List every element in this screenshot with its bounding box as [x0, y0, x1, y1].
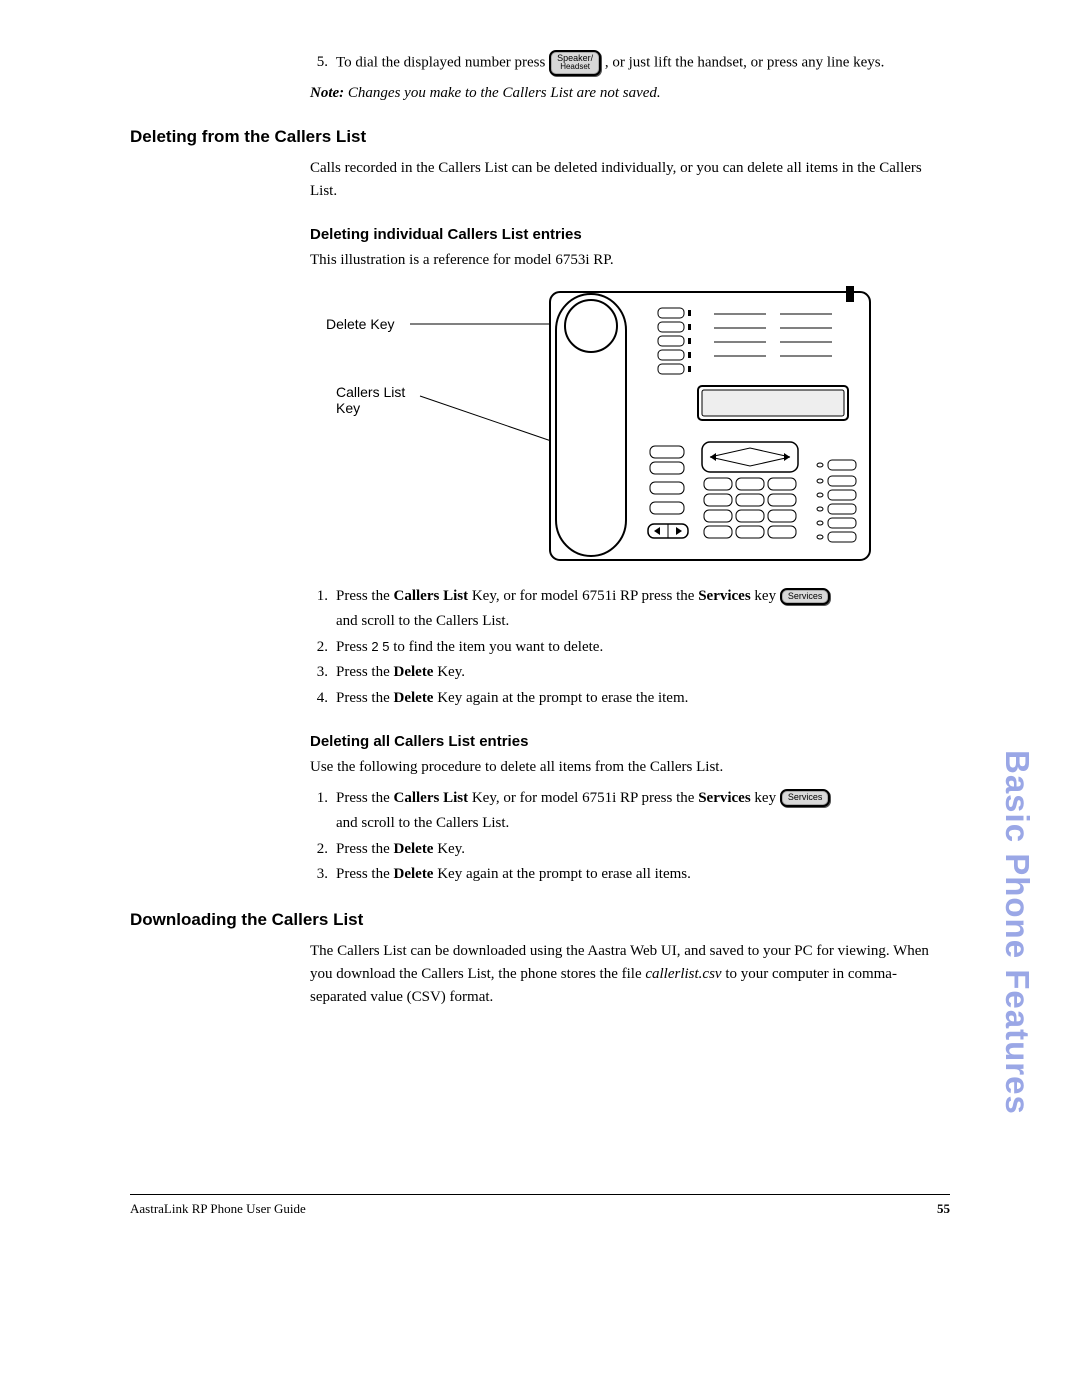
bold: Services	[698, 588, 750, 604]
arrow-keys-text: 2 5	[371, 639, 389, 654]
footer: AastraLink RP Phone User Guide 55	[130, 1194, 950, 1217]
step-number: 3.	[310, 660, 328, 686]
bold: Services	[698, 790, 750, 806]
step-body: Press the Delete Key again at the prompt…	[336, 686, 950, 712]
all-step-2: 2. Press the Delete Key.	[310, 837, 950, 863]
label-line1: Callers List	[336, 384, 405, 400]
indiv-step-3: 3. Press the Delete Key.	[310, 660, 950, 686]
step-5: 5. To dial the displayed number press Sp…	[310, 50, 950, 76]
indiv-step-1: 1. Press the Callers List Key, or for mo…	[310, 584, 950, 635]
text: Press the	[336, 866, 394, 882]
text: Key.	[433, 841, 465, 857]
bold: Delete	[394, 866, 434, 882]
label-delete-key: Delete Key	[326, 316, 394, 332]
indiv-step-4: 4. Press the Delete Key again at the pro…	[310, 686, 950, 712]
text: Press the	[336, 790, 394, 806]
label-line2: Key	[336, 400, 360, 416]
step-number: 5.	[310, 50, 328, 76]
step-body: To dial the displayed number press Speak…	[336, 50, 950, 76]
text: To dial the displayed number press	[336, 54, 549, 70]
btn-text: Services	[788, 793, 823, 802]
step-body: Press the Delete Key.	[336, 660, 950, 686]
services-button-icon: Services	[780, 588, 831, 605]
bold: Delete	[394, 664, 434, 680]
section-side-title: Basic Phone Features	[998, 750, 1036, 1115]
download-paragraph: The Callers List can be downloaded using…	[310, 940, 950, 1010]
text: , or just lift the handset, or press any…	[605, 54, 885, 70]
step-number: 2.	[310, 837, 328, 863]
filename: callerlist.csv	[645, 966, 721, 982]
bold: Callers List	[394, 588, 469, 604]
all-step-1: 1. Press the Callers List Key, or for mo…	[310, 786, 950, 837]
text: Calls recorded in the Callers List can b…	[310, 157, 950, 204]
bold: Delete	[394, 690, 434, 706]
page-number: 55	[937, 1201, 950, 1217]
text: Press	[336, 639, 371, 655]
all-step-3: 3. Press the Delete Key again at the pro…	[310, 862, 950, 888]
download-body: The Callers List can be downloaded using…	[310, 940, 950, 1010]
text: to find the item you want to delete.	[390, 639, 604, 655]
step-body: Press the Callers List Key, or for model…	[336, 786, 950, 837]
text: Key again at the prompt to erase all ite…	[433, 866, 690, 882]
text: Key, or for model 6751i RP press the	[468, 790, 698, 806]
step-body: Press 2 5 to find the item you want to d…	[336, 635, 950, 661]
page: 5. To dial the displayed number press Sp…	[0, 0, 1080, 1397]
heading-all: Deleting all Callers List entries	[310, 733, 950, 750]
heading-indiv: Deleting individual Callers List entries	[310, 226, 950, 243]
text: Press the	[336, 841, 394, 857]
deleting-body: Calls recorded in the Callers List can b…	[310, 157, 950, 888]
text: Key again at the prompt to erase the ite…	[433, 690, 688, 706]
phone-svg	[410, 286, 880, 574]
bold: Delete	[394, 841, 434, 857]
step-body: Press the Delete Key.	[336, 837, 950, 863]
text: Use the following procedure to delete al…	[310, 756, 950, 779]
step-number: 1.	[310, 584, 328, 635]
text: Press the	[336, 588, 394, 604]
step-5-block: 5. To dial the displayed number press Sp…	[310, 50, 950, 105]
heading-download: Downloading the Callers List	[130, 910, 950, 930]
step-number: 3.	[310, 862, 328, 888]
phone-illustration: Delete Key Callers List Key	[310, 286, 950, 574]
step-number: 1.	[310, 786, 328, 837]
services-button-icon: Services	[780, 789, 831, 806]
footer-doc-title: AastraLink RP Phone User Guide	[130, 1201, 306, 1217]
text: Press the	[336, 690, 394, 706]
text: Key.	[433, 664, 465, 680]
text: Key, or for model 6751i RP press the	[468, 588, 698, 604]
text: This illustration is a reference for mod…	[310, 249, 950, 272]
note-text: Changes you make to the Callers List are…	[348, 85, 661, 101]
text: key	[751, 588, 776, 604]
step-body: Press the Delete Key again at the prompt…	[336, 862, 950, 888]
label-callers-list: Callers List Key	[336, 384, 405, 416]
btn-text: Services	[788, 592, 823, 601]
text: and scroll to the Callers List.	[336, 613, 509, 629]
indiv-step-2: 2. Press 2 5 to find the item you want t…	[310, 635, 950, 661]
note: Note: Changes you make to the Callers Li…	[310, 82, 950, 105]
text: key	[751, 790, 776, 806]
note-label: Note:	[310, 85, 344, 101]
btn-line2: Headset	[557, 63, 593, 71]
step-number: 4.	[310, 686, 328, 712]
speaker-headset-button-icon: Speaker/ Headset	[549, 50, 601, 76]
step-number: 2.	[310, 635, 328, 661]
bold: Callers List	[394, 790, 469, 806]
text: and scroll to the Callers List.	[336, 815, 509, 831]
heading-deleting: Deleting from the Callers List	[130, 127, 950, 147]
step-body: Press the Callers List Key, or for model…	[336, 584, 950, 635]
text: Press the	[336, 664, 394, 680]
